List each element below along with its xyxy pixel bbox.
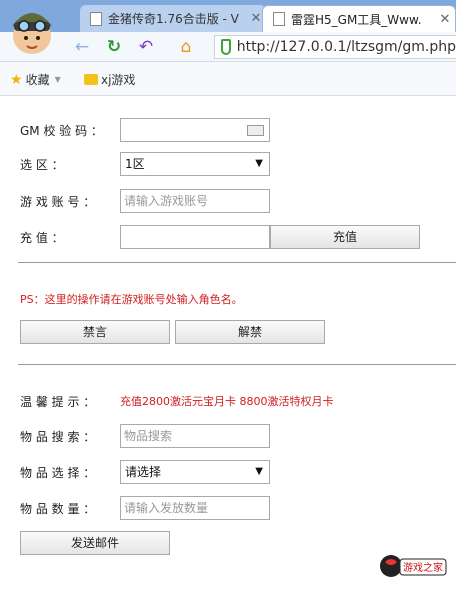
gm-code-input[interactable] xyxy=(120,118,270,142)
account-placeholder: 请输入游戏账号 xyxy=(124,194,209,208)
back-arrow-icon[interactable]: ← xyxy=(72,37,92,57)
item-select-row: 物 品 选 择 ： 请选择 ▼ xyxy=(0,460,456,484)
divider xyxy=(18,262,456,263)
ps-note: PS：这里的操作请在游戏账号处输入角色名。 xyxy=(20,293,243,306)
account-input[interactable]: 请输入游戏账号 xyxy=(120,189,270,213)
tab-gm-tool[interactable]: 雷霆H5_GM工具_Www. ✕ xyxy=(262,5,456,32)
item-qty-label: 物 品 数 量 ： xyxy=(20,502,96,516)
item-select-label: 物 品 选 择 ： xyxy=(20,466,96,480)
tip-row: 温 馨 提 示 ： 充值2800激活元宝月卡 8800激活特权月卡 xyxy=(0,389,456,413)
undo-icon[interactable]: ↶ xyxy=(136,37,156,57)
watermark-text: 游戏之家 xyxy=(403,561,443,574)
item-search-row: 物 品 搜 索 ： 物品搜索 xyxy=(0,424,456,448)
tab-title: 金猪传奇1.76合击版 - V xyxy=(108,12,239,26)
item-search-input[interactable]: 物品搜索 xyxy=(120,424,270,448)
account-row: 游 戏 账 号 ： 请输入游戏账号 xyxy=(0,189,456,213)
shield-icon xyxy=(221,39,231,55)
send-mail-button[interactable]: 发送邮件 xyxy=(20,531,170,555)
recharge-row: 充 值 ： 充值 xyxy=(0,225,456,249)
recharge-button[interactable]: 充值 xyxy=(270,225,420,249)
keyboard-icon[interactable] xyxy=(247,125,264,136)
url-text: http://127.0.0.1/ltzsgm/gm.php xyxy=(236,39,456,55)
divider xyxy=(18,364,456,365)
account-label: 游 戏 账 号 ： xyxy=(20,195,96,209)
zone-select[interactable]: 1区 ▼ xyxy=(120,152,270,176)
item-qty-row: 物 品 数 量 ： 请输入发放数量 xyxy=(0,496,456,520)
star-icon: ★ xyxy=(10,71,23,88)
ban-button[interactable]: 禁言 xyxy=(20,320,170,344)
tip-text: 充值2800激活元宝月卡 8800激活特权月卡 xyxy=(120,395,334,408)
recharge-input[interactable] xyxy=(120,225,270,249)
bookmark-xj[interactable]: xj游戏 xyxy=(84,71,135,88)
chevron-down-icon: ▼ xyxy=(255,158,263,169)
close-icon[interactable]: ✕ xyxy=(435,12,455,27)
gm-code-label: GM 校 验 码 ： xyxy=(20,124,103,138)
gm-code-row: GM 校 验 码 ： xyxy=(0,118,456,142)
item-select[interactable]: 请选择 ▼ xyxy=(120,460,270,484)
address-bar[interactable]: http://127.0.0.1/ltzsgm/gm.php xyxy=(214,35,456,59)
chevron-down-icon: ▼ xyxy=(255,466,263,477)
item-search-label: 物 品 搜 索 ： xyxy=(20,430,96,444)
item-qty-placeholder: 请输入发放数量 xyxy=(124,501,209,515)
favorites-label: 收藏 xyxy=(25,73,50,87)
chevron-down-icon: ▼ xyxy=(54,75,61,84)
item-select-value: 请选择 xyxy=(125,465,162,479)
recharge-label: 充 值 ： xyxy=(20,231,64,245)
document-icon xyxy=(90,11,102,26)
folder-icon xyxy=(84,74,98,85)
document-icon xyxy=(273,12,285,26)
tip-label: 温 馨 提 示 ： xyxy=(20,395,96,409)
item-qty-input[interactable]: 请输入发放数量 xyxy=(120,496,270,520)
item-search-placeholder: 物品搜索 xyxy=(124,429,173,443)
tab-title: 雷霆H5_GM工具_Www. xyxy=(291,12,422,27)
zone-select-value: 1区 xyxy=(125,157,145,171)
bookmark-label: xj游戏 xyxy=(101,73,136,87)
favorites-button[interactable]: ★ 收藏 ▼ xyxy=(10,71,61,88)
toolbar: ← ↻ ↶ ⌂ http://127.0.0.1/ltzsgm/gm.php xyxy=(0,32,456,62)
refresh-icon[interactable]: ↻ xyxy=(104,37,124,57)
zone-label: 选 区 ： xyxy=(20,158,64,172)
watermark-logo: 游戏之家 xyxy=(380,555,447,577)
home-icon[interactable]: ⌂ xyxy=(176,37,196,57)
zone-row: 选 区 ： 1区 ▼ xyxy=(0,152,456,176)
browser-chrome: 金猪传奇1.76合击版 - V ✕ 雷霆H5_GM工具_Www. ✕ ← ↻ ↶… xyxy=(0,0,456,96)
avatar[interactable] xyxy=(6,2,58,58)
tab-jinzhu[interactable]: 金猪传奇1.76合击版 - V ✕ xyxy=(80,5,266,32)
bookmarks-bar: ★ 收藏 ▼ xj游戏 xyxy=(0,62,456,96)
unban-button[interactable]: 解禁 xyxy=(175,320,325,344)
